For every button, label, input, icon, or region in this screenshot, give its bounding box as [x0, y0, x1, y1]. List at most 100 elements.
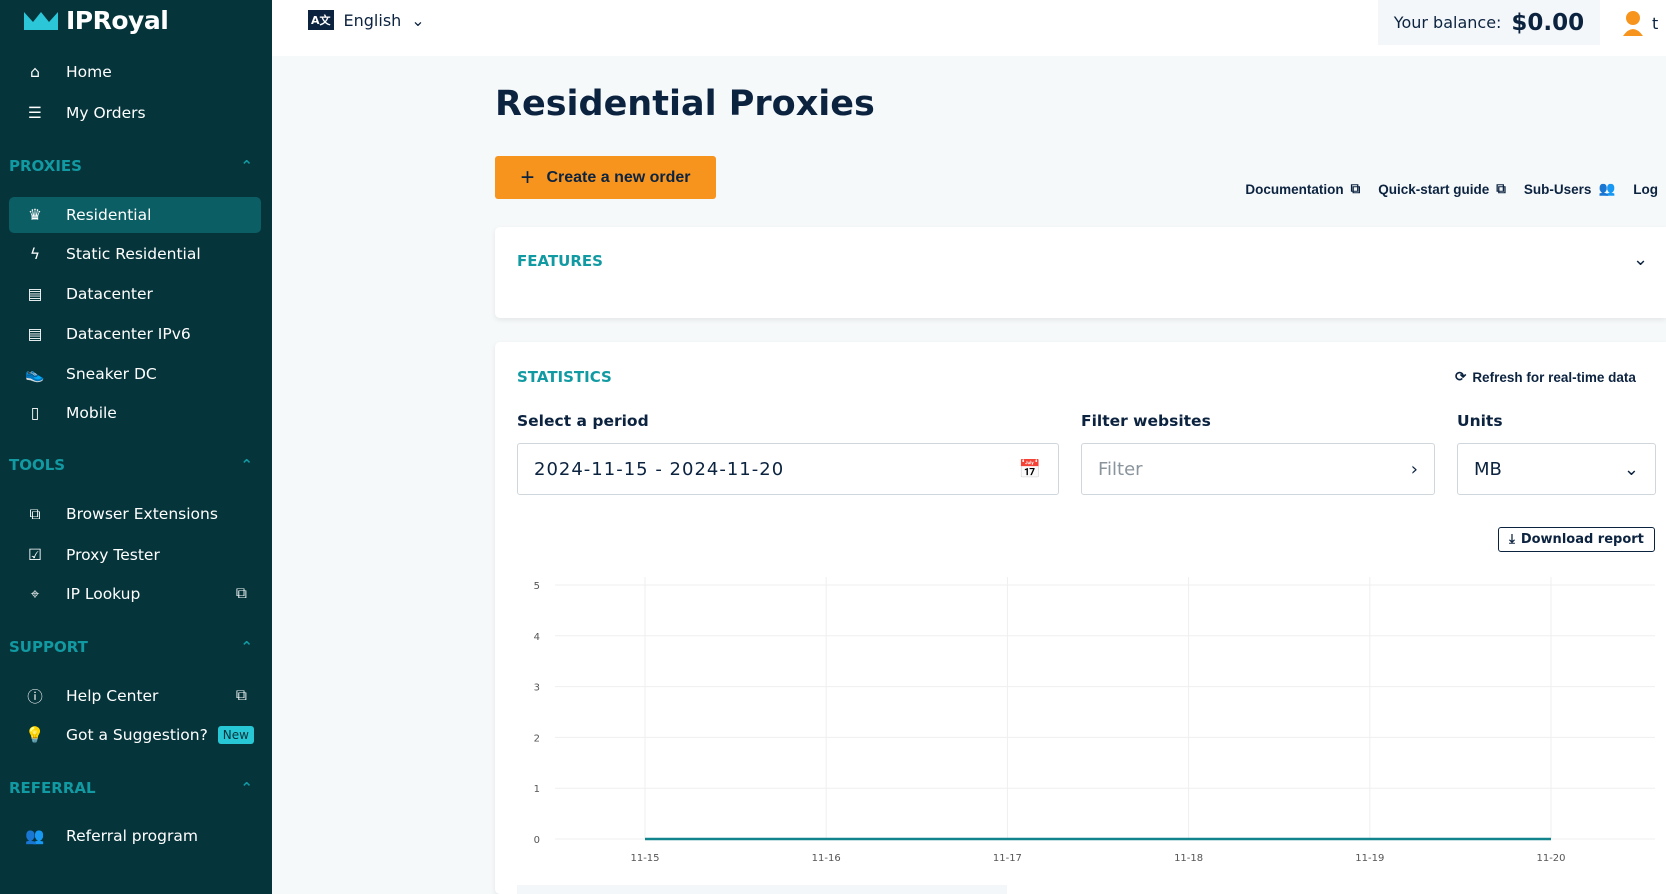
sidebar-item-label: Datacenter [66, 285, 153, 303]
y-tick-label: 3 [534, 683, 540, 694]
x-tick-label: 11-17 [993, 853, 1022, 864]
location-icon: ⌖ [30, 584, 40, 603]
balance-label: Your balance: [1393, 13, 1502, 32]
sidebar-item-sneaker-dc[interactable]: 👟 Sneaker DC [9, 356, 261, 392]
sidebar-item-label: Proxy Tester [66, 546, 160, 564]
y-tick-label: 0 [534, 835, 540, 846]
checklist-icon: ☑ [28, 546, 42, 564]
x-tick-label: 11-19 [1355, 853, 1384, 864]
sub-users-link[interactable]: Sub-Users 👥 [1524, 181, 1615, 197]
chevron-up-icon: ⌃ [240, 157, 253, 175]
units-select[interactable]: MB ⌄ [1457, 443, 1656, 495]
server-icon: ▤ [27, 285, 43, 303]
sidebar: IPRoyal ⌂ Home ☰ My Orders PROXIES ⌃ ♛ Resident… [0, 0, 272, 894]
sidebar-item-home[interactable]: ⌂ Home [9, 54, 261, 90]
sidebar-item-label: Browser Extensions [66, 505, 218, 523]
user-name: t [1652, 13, 1659, 33]
sidebar-item-ip-lookup[interactable]: ⌖ IP Lookup ⧉ [9, 576, 261, 612]
y-tick-label: 4 [534, 632, 540, 643]
statistics-title: STATISTICS [517, 368, 612, 386]
section-title: REFERRAL [9, 779, 96, 797]
section-support[interactable]: SUPPORT ⌃ [9, 638, 261, 656]
section-tools[interactable]: TOOLS ⌃ [9, 456, 261, 474]
features-title: FEATURES [517, 252, 603, 270]
avatar-icon [1623, 11, 1643, 36]
filter-label: Filter websites [1081, 412, 1211, 430]
sidebar-item-datacenter-ipv6[interactable]: ▤ Datacenter IPv6 [9, 316, 261, 352]
log-link[interactable]: Log [1633, 181, 1658, 197]
download-icon: ⤓ [1509, 532, 1515, 547]
users-icon: 👥 [25, 827, 45, 845]
new-badge: New [217, 726, 254, 744]
bulb-icon: 💡 [25, 726, 45, 744]
language-selector[interactable]: A文 English ⌄ [308, 10, 425, 30]
usage-chart: 0 1 2 3 4 5 11-15 11-16 11-17 11-18 11-19 11-20 [534, 577, 1655, 864]
sidebar-item-proxy-tester[interactable]: ☑ Proxy Tester [9, 537, 261, 573]
create-order-button[interactable]: + Create a new order [495, 156, 716, 199]
y-tick-label: 2 [534, 733, 540, 744]
chart-legend-bar [517, 885, 1007, 894]
user-menu[interactable]: t [1622, 10, 1658, 36]
bolt-icon: ϟ [29, 245, 41, 263]
sidebar-item-static-residential[interactable]: ϟ Static Residential [9, 236, 261, 272]
calendar-icon: 📅 [1018, 458, 1042, 480]
sidebar-item-label: Got a Suggestion? [66, 726, 208, 744]
create-order-label: Create a new order [546, 168, 691, 186]
translate-icon: A文 [308, 10, 334, 30]
download-report-button[interactable]: ⤓ Download report [1498, 527, 1655, 552]
documentation-link[interactable]: Documentation ⧉ [1245, 181, 1360, 197]
sidebar-item-label: Datacenter IPv6 [66, 325, 191, 343]
sidebar-item-browser-extensions[interactable]: ⧉ Browser Extensions [9, 496, 261, 532]
sidebar-item-label: Sneaker DC [66, 365, 157, 383]
sidebar-item-label: Mobile [66, 404, 117, 422]
balance-value: $0.00 [1511, 9, 1585, 36]
sidebar-item-referral-program[interactable]: 👥 Referral program [9, 818, 261, 854]
sidebar-item-mobile[interactable]: ▯ Mobile [9, 395, 261, 431]
balance: Your balance: $0.00 [1378, 0, 1600, 45]
features-card[interactable]: FEATURES ⌄ [495, 227, 1666, 318]
section-proxies[interactable]: PROXIES ⌃ [9, 157, 261, 175]
logo[interactable]: IPRoyal [24, 6, 169, 35]
refresh-icon: ⟳ [1455, 369, 1467, 384]
quick-links: Documentation ⧉ Quick-start guide ⧉ Sub-Us… [1245, 181, 1658, 197]
quick-start-link[interactable]: Quick-start guide ⧉ [1378, 181, 1506, 197]
sidebar-item-label: Help Center [66, 687, 159, 705]
extension-icon: ⧉ [29, 504, 41, 523]
sidebar-item-residential[interactable]: ♛ Residential [9, 197, 261, 233]
section-title: SUPPORT [9, 638, 88, 656]
sidebar-item-help-center[interactable]: ⓘ Help Center ⧉ [9, 678, 261, 714]
external-link-icon: ⧉ [235, 686, 247, 704]
section-title: PROXIES [9, 157, 82, 175]
brand-name: IPRoyal [66, 6, 169, 35]
section-referral[interactable]: REFERRAL ⌃ [9, 779, 261, 797]
chevron-down-icon[interactable]: ⌄ [1633, 249, 1648, 270]
orders-icon: ☰ [28, 104, 42, 122]
sneaker-icon: 👟 [25, 365, 45, 383]
sidebar-item-label: Referral program [66, 827, 198, 845]
chevron-down-icon: ⌄ [411, 10, 425, 30]
x-tick-label: 11-15 [630, 853, 659, 864]
period-input[interactable]: 2024-11-15 - 2024-11-20 📅 [517, 443, 1059, 495]
page-title: Residential Proxies [495, 84, 875, 124]
sidebar-item-label: My Orders [66, 104, 146, 122]
x-tick-label: 11-16 [812, 853, 841, 864]
crown-icon: ♛ [28, 206, 42, 224]
section-title: TOOLS [9, 456, 66, 474]
sidebar-item-label: Static Residential [66, 245, 201, 263]
units-label: Units [1457, 412, 1503, 430]
sidebar-item-my-orders[interactable]: ☰ My Orders [9, 95, 261, 131]
sidebar-item-got-a-suggestion-[interactable]: 💡 Got a Suggestion? New [9, 717, 261, 753]
sidebar-item-label: IP Lookup [66, 585, 141, 603]
filter-input[interactable]: Filter › [1081, 443, 1435, 495]
plus-icon: + [520, 163, 535, 191]
crown-logo-icon [24, 11, 58, 30]
language-label: English [343, 10, 402, 30]
external-link-icon: ⧉ [235, 584, 247, 602]
sidebar-item-datacenter[interactable]: ▤ Datacenter [9, 276, 261, 312]
home-icon: ⌂ [30, 63, 40, 81]
chevron-up-icon: ⌃ [240, 779, 253, 797]
refresh-button[interactable]: ⟳ Refresh for real-time data [1455, 369, 1636, 385]
external-link-icon: ⧉ [1496, 181, 1506, 196]
y-tick-label: 1 [534, 784, 540, 795]
sidebar-item-label: Residential [66, 206, 152, 224]
